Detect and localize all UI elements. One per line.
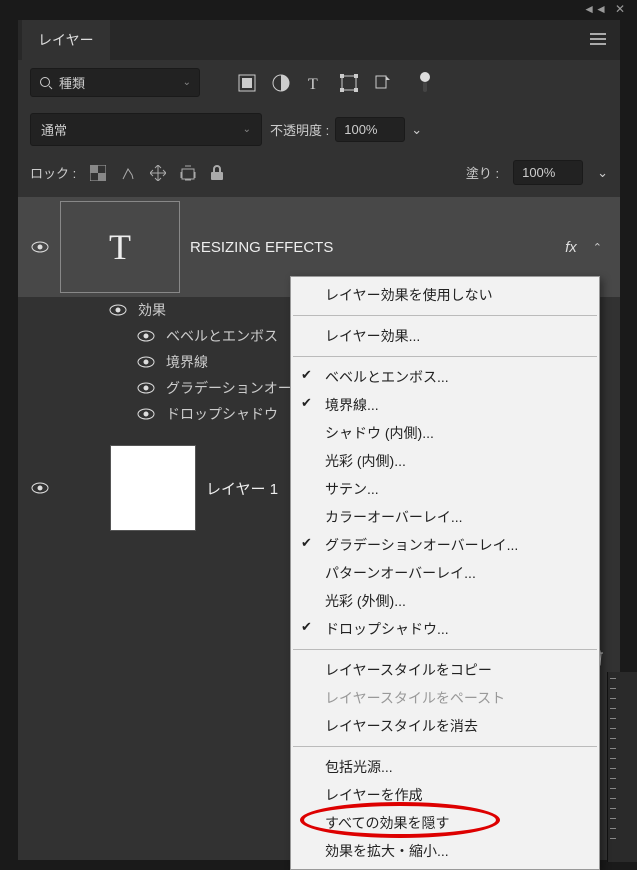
menu-pattern-overlay[interactable]: パターンオーバーレイ... [291,559,599,587]
menu-clear-style[interactable]: レイヤースタイルを消去 [291,712,599,740]
visibility-toggle[interactable] [108,304,128,316]
menu-paste-style: レイヤースタイルをペースト [291,684,599,712]
menu-global-light[interactable]: 包括光源... [291,753,599,781]
svg-text:T: T [308,76,318,92]
visibility-toggle[interactable] [30,482,50,494]
lock-label: ロック : [30,163,76,182]
fx-badge[interactable]: fx [565,239,577,256]
menu-separator [293,356,597,357]
layer-name[interactable]: レイヤー 1 [206,478,278,499]
effect-label: 境界線 [166,352,208,372]
effect-label: ベベルとエンボス [166,326,278,346]
fill-value: 100% [522,165,555,180]
menu-bevel[interactable]: ✔ベベルとエンボス... [291,363,599,391]
collapse-icon[interactable]: ◄◄ [583,2,607,16]
filter-shape-icon[interactable] [340,74,358,92]
menu-stroke[interactable]: ✔境界線... [291,391,599,419]
ruler [607,672,637,862]
panel-menu-icon[interactable] [580,25,616,56]
filter-label: 種類 [59,73,85,92]
menu-hide-all-effects[interactable]: すべての効果を隠す [291,809,599,837]
fx-context-menu: レイヤー効果を使用しない レイヤー効果... ✔ベベルとエンボス... ✔境界線… [290,276,600,870]
filter-type-icon[interactable]: T [306,74,324,92]
opacity-input[interactable]: 100% [335,117,405,142]
blend-mode-value: 通常 [41,120,67,139]
filter-toggle-switch[interactable] [420,72,430,94]
filter-pixel-icon[interactable] [238,74,256,92]
menu-separator [293,315,597,316]
effect-label: ドロップシャドウ [166,404,278,424]
lock-artboard-icon[interactable] [180,165,196,181]
menu-copy-style[interactable]: レイヤースタイルをコピー [291,656,599,684]
tab-layers[interactable]: レイヤー [22,20,110,60]
menu-create-layer[interactable]: レイヤーを作成 [291,781,599,809]
blend-mode-dropdown[interactable]: 通常 ⌄ [30,113,262,146]
menu-disable-effects[interactable]: レイヤー効果を使用しない [291,281,599,309]
fx-collapse-caret[interactable]: ⌃ [587,241,608,254]
lock-position-icon[interactable] [150,165,166,181]
layer-thumbnail[interactable]: T [60,201,180,293]
menu-separator [293,746,597,747]
lock-transparency-icon[interactable] [90,165,106,181]
type-thumb-letter: T [109,226,131,268]
menu-layer-effects[interactable]: レイヤー効果... [291,322,599,350]
menu-inner-glow[interactable]: 光彩 (内側)... [291,447,599,475]
layer-name[interactable]: RESIZING EFFECTS [190,239,333,256]
menu-gradient-overlay[interactable]: ✔グラデーションオーバーレイ... [291,531,599,559]
opacity-label: 不透明度 : [270,120,329,139]
check-icon: ✔ [301,367,312,383]
fill-label: 塗り : [466,163,499,182]
panel-header: レイヤー [18,20,620,60]
effects-label: 効果 [138,300,166,320]
visibility-toggle[interactable] [136,382,156,394]
close-icon[interactable]: ✕ [615,2,625,16]
chevron-down-icon[interactable]: ⌄ [597,165,608,181]
filter-adjustment-icon[interactable] [272,74,290,92]
check-icon: ✔ [301,619,312,635]
visibility-toggle[interactable] [30,241,50,253]
chevron-down-icon: ⌄ [183,77,191,88]
fill-input[interactable]: 100% [513,160,583,185]
menu-outer-glow[interactable]: 光彩 (外側)... [291,587,599,615]
layer-thumbnail[interactable] [110,445,196,531]
filter-smart-icon[interactable] [374,74,392,92]
visibility-toggle[interactable] [136,408,156,420]
chevron-down-icon[interactable]: ⌄ [411,122,422,138]
visibility-toggle[interactable] [136,356,156,368]
menu-separator [293,649,597,650]
visibility-toggle[interactable] [136,330,156,342]
menu-color-overlay[interactable]: カラーオーバーレイ... [291,503,599,531]
menu-satin[interactable]: サテン... [291,475,599,503]
layer-filter-dropdown[interactable]: 種類 ⌄ [30,68,200,97]
menu-drop-shadow[interactable]: ✔ドロップシャドウ... [291,615,599,643]
check-icon: ✔ [301,395,312,411]
chevron-down-icon: ⌄ [243,124,251,135]
menu-scale-effects[interactable]: 効果を拡大・縮小... [291,837,599,865]
lock-image-icon[interactable] [120,165,136,181]
menu-inner-shadow[interactable]: シャドウ (内側)... [291,419,599,447]
search-icon [39,76,53,90]
check-icon: ✔ [301,535,312,551]
lock-all-icon[interactable] [210,165,224,181]
opacity-value: 100% [344,122,377,137]
effect-label: グラデーションオーバ [166,378,306,398]
